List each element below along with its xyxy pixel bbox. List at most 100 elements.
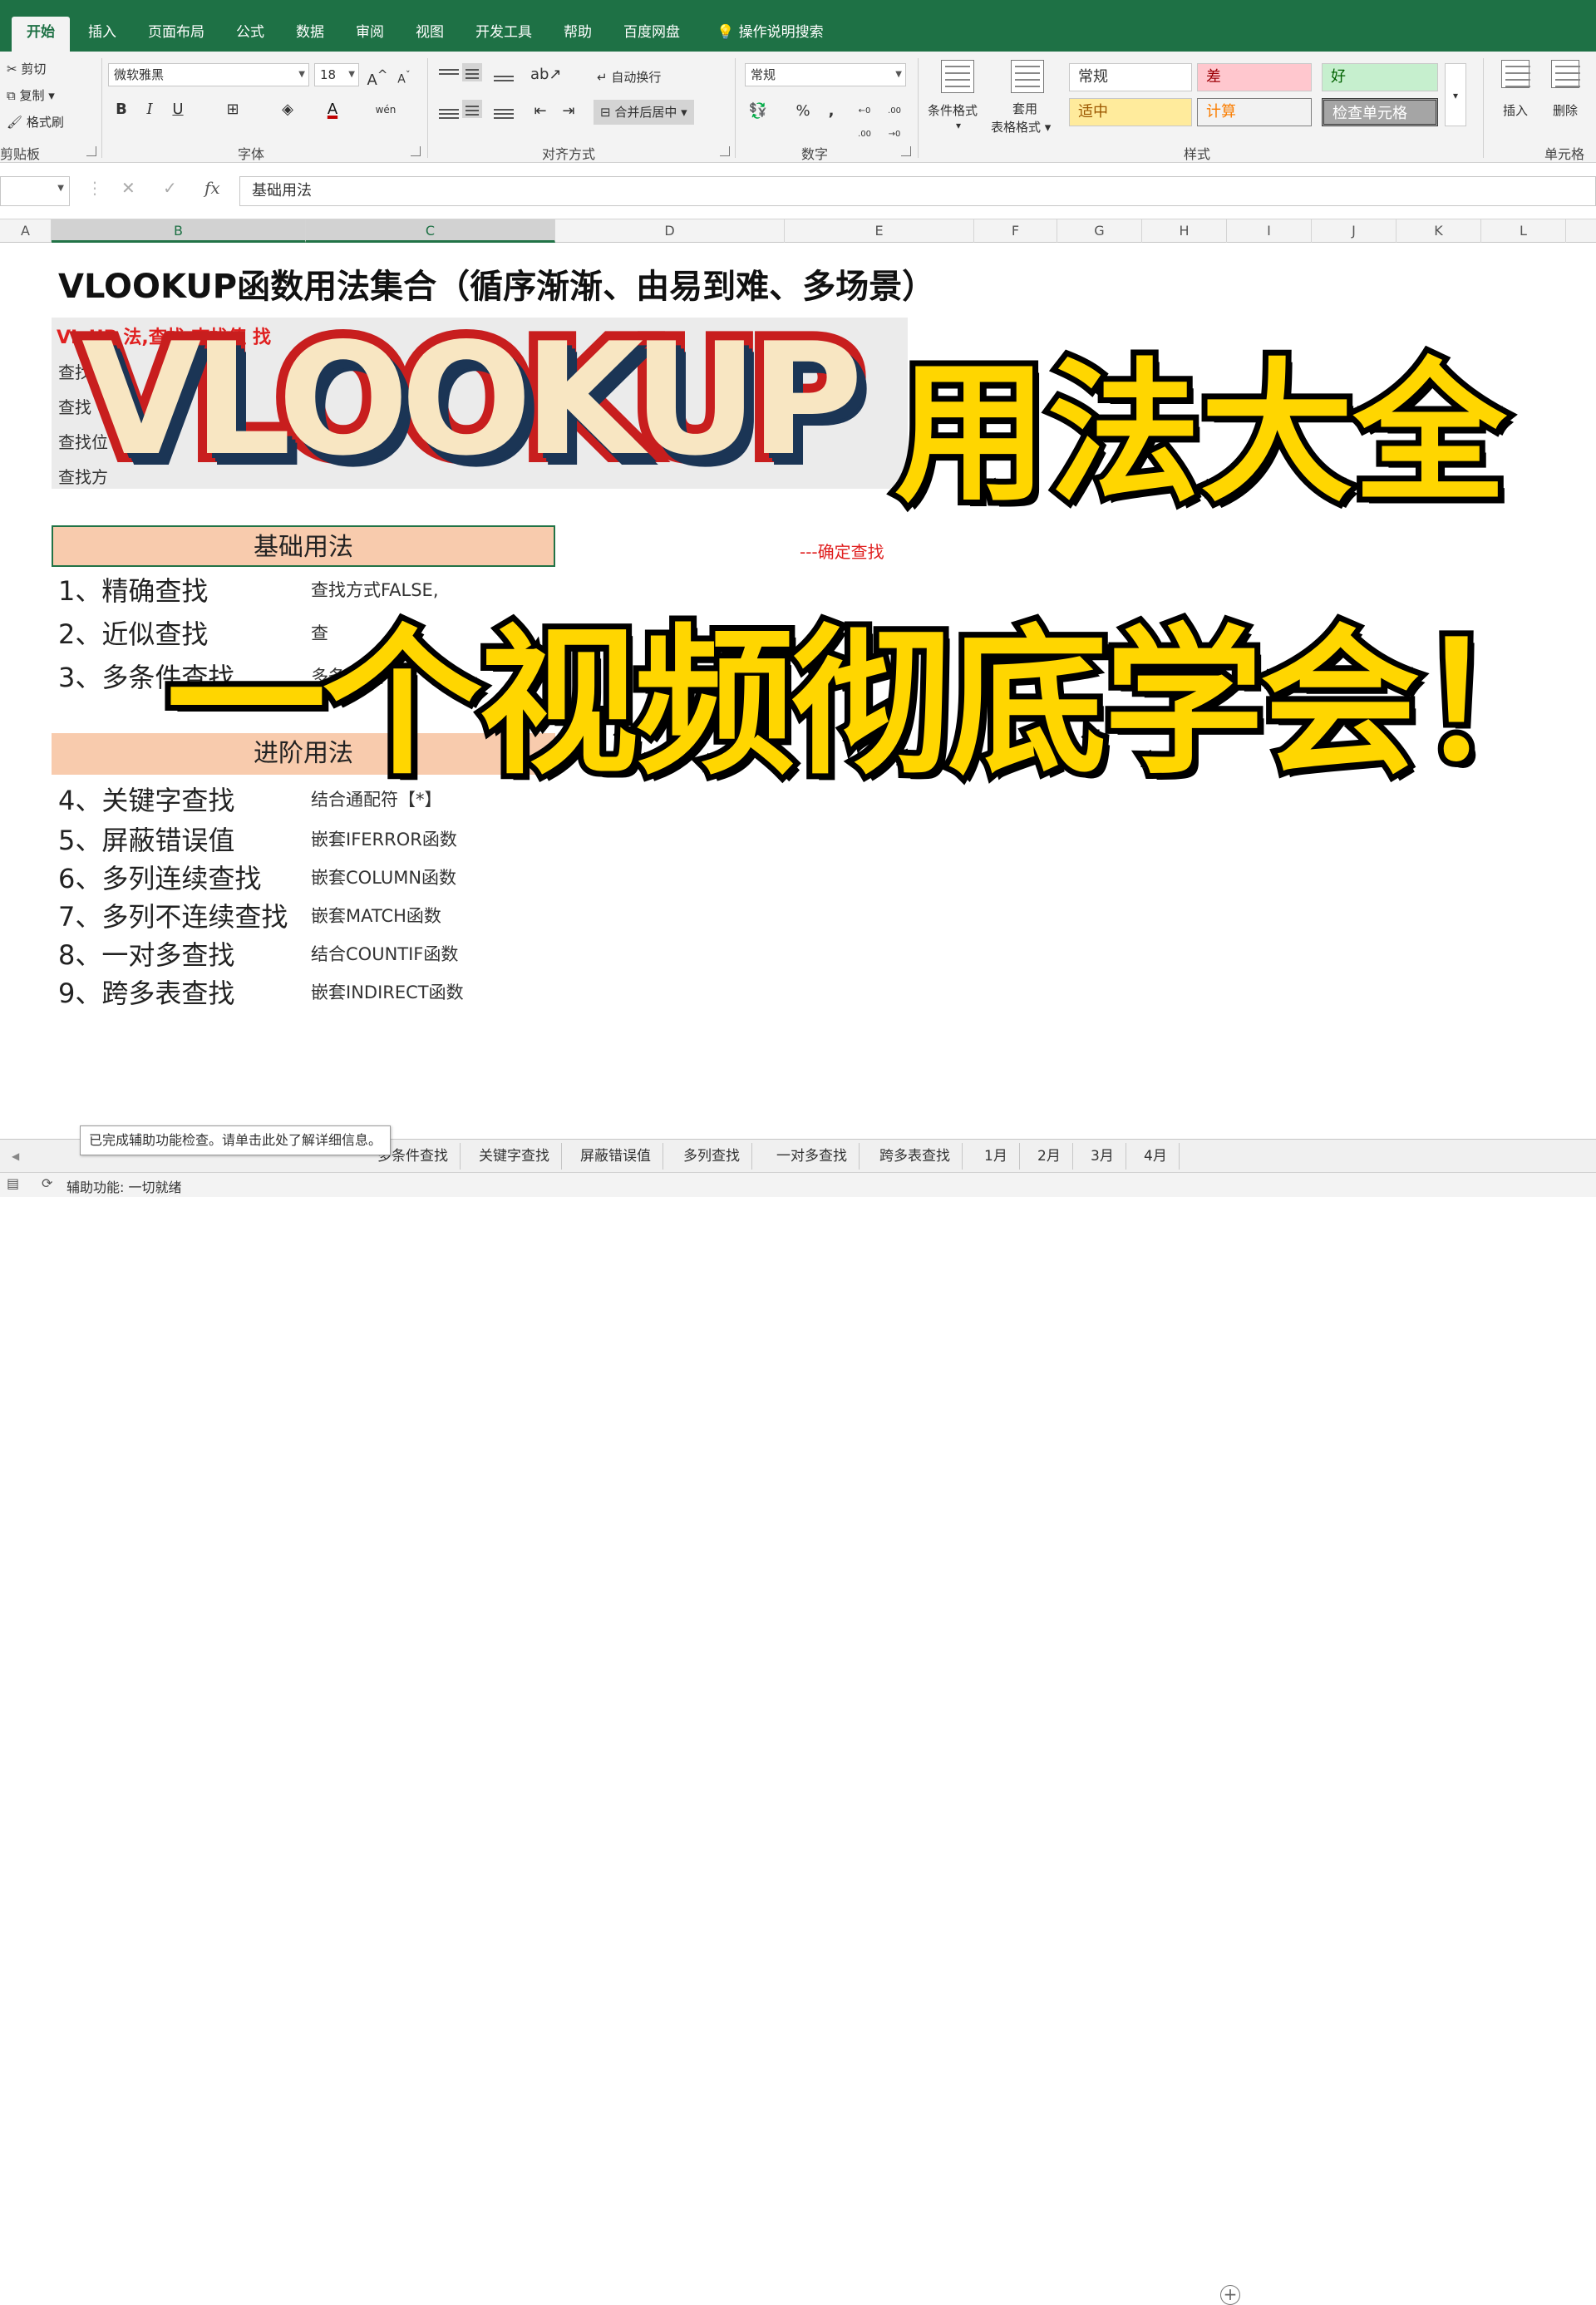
- format-painter-button[interactable]: 🖌 格式刷: [7, 113, 64, 131]
- tab-developer[interactable]: 开发工具: [470, 17, 537, 52]
- wrap-text-button[interactable]: ↵ 自动换行: [597, 68, 661, 86]
- accessibility-icon[interactable]: ⟳: [42, 1175, 52, 1191]
- format-as-table-button[interactable]: 表格格式 ▾: [991, 118, 1051, 135]
- insert-cells-button[interactable]: 插入: [1503, 101, 1528, 119]
- font-launcher-icon[interactable]: [411, 146, 421, 156]
- clipboard-launcher-icon[interactable]: [86, 146, 96, 156]
- column-header-l[interactable]: L: [1481, 219, 1566, 243]
- sheet-tab-february[interactable]: 2月: [1026, 1143, 1073, 1170]
- style-bad[interactable]: 差: [1197, 63, 1312, 91]
- font-name-select[interactable]: 微软雅黑 ▼: [108, 63, 309, 86]
- name-box[interactable]: ▼: [0, 176, 70, 206]
- fill-color-icon[interactable]: ◈: [276, 98, 299, 121]
- phonetic-guide-button[interactable]: wén: [374, 98, 397, 121]
- style-neutral[interactable]: 适中: [1069, 98, 1192, 126]
- list-item[interactable]: 8、一对多查找: [58, 934, 234, 973]
- tab-review[interactable]: 审阅: [351, 17, 389, 52]
- sheet-title[interactable]: VLOOKUP函数用法集合（循序渐渐、由易到难、多场景）: [58, 259, 935, 308]
- column-header-i[interactable]: I: [1227, 219, 1312, 243]
- font-size-select[interactable]: 18 ▼: [314, 63, 359, 86]
- column-header-d[interactable]: D: [555, 219, 785, 243]
- underline-button[interactable]: U: [166, 98, 190, 121]
- sheet-tab-january[interactable]: 1月: [973, 1143, 1020, 1170]
- column-header-k[interactable]: K: [1396, 219, 1481, 243]
- list-item-desc[interactable]: 嵌套IFERROR函数: [311, 826, 457, 851]
- merge-center-button[interactable]: ⊟ 合并后居中 ▾: [594, 100, 694, 125]
- styles-more-icon[interactable]: ▾: [1445, 63, 1466, 126]
- column-header-c[interactable]: C: [306, 219, 555, 243]
- list-item[interactable]: 5、屏蔽错误值: [58, 820, 234, 858]
- conditional-format-icon[interactable]: [941, 60, 974, 93]
- grow-font-button[interactable]: A^: [366, 63, 389, 89]
- comma-button[interactable]: ,: [820, 100, 843, 123]
- column-header-a[interactable]: A: [0, 219, 52, 243]
- style-normal[interactable]: 常规: [1069, 63, 1192, 91]
- sheet-tab-march[interactable]: 3月: [1079, 1143, 1126, 1170]
- copy-button[interactable]: ⧉ 复制 ▾: [7, 86, 55, 104]
- align-top-icon[interactable]: [439, 66, 459, 85]
- formula-input[interactable]: 基础用法: [239, 176, 1596, 206]
- scroll-left-icon[interactable]: ◀: [0, 1143, 31, 1170]
- tab-data[interactable]: 数据: [291, 17, 329, 52]
- tell-me-search[interactable]: 💡 操作说明搜索: [712, 17, 829, 52]
- column-header-f[interactable]: F: [974, 219, 1057, 243]
- column-header-j[interactable]: J: [1312, 219, 1396, 243]
- tab-baidu-netdisk[interactable]: 百度网盘: [618, 17, 685, 52]
- align-right-icon[interactable]: [494, 106, 514, 125]
- sheet-tab-mask-errors[interactable]: 屏蔽错误值: [569, 1143, 663, 1170]
- column-header-g[interactable]: G: [1057, 219, 1142, 243]
- accessibility-status[interactable]: 辅助功能: 一切就绪: [66, 1176, 181, 1196]
- decrease-indent-icon[interactable]: ⇤: [529, 100, 552, 123]
- column-header-h[interactable]: H: [1142, 219, 1227, 243]
- orientation-icon[interactable]: ab↗: [530, 63, 562, 86]
- list-item[interactable]: 9、跨多表查找: [58, 973, 234, 1011]
- list-item[interactable]: 7、多列不连续查找: [58, 896, 288, 934]
- increase-indent-icon[interactable]: ⇥: [557, 100, 580, 123]
- cut-button[interactable]: ✂ 剪切: [7, 60, 46, 77]
- tab-page-layout[interactable]: 页面布局: [143, 17, 209, 52]
- sheet-view-icon[interactable]: ▤: [7, 1175, 19, 1191]
- list-item-desc[interactable]: 嵌套INDIRECT函数: [311, 979, 464, 1004]
- column-header-b[interactable]: B: [52, 219, 306, 243]
- font-color-button[interactable]: A: [321, 98, 344, 121]
- shrink-font-button[interactable]: Aˇ: [392, 63, 416, 86]
- tab-home[interactable]: 开始: [12, 17, 70, 52]
- delete-cells-button[interactable]: 删除: [1553, 101, 1578, 119]
- tab-help[interactable]: 帮助: [559, 17, 597, 52]
- tab-formulas[interactable]: 公式: [231, 17, 269, 52]
- conditional-format-button[interactable]: 条件格式: [928, 101, 978, 119]
- list-item-desc[interactable]: 嵌套COLUMN函数: [311, 864, 456, 889]
- column-header-e[interactable]: E: [785, 219, 974, 243]
- style-check-cell[interactable]: 检查单元格: [1322, 98, 1438, 126]
- list-item-desc[interactable]: 嵌套MATCH函数: [311, 903, 441, 928]
- add-sheet-icon[interactable]: +: [1220, 2285, 1240, 2305]
- delete-cells-icon[interactable]: [1551, 60, 1580, 88]
- accessibility-tooltip[interactable]: 已完成辅助功能检查。请单击此处了解详细信息。: [80, 1125, 392, 1155]
- currency-icon[interactable]: 💱: [746, 100, 770, 123]
- enter-icon[interactable]: ✓: [163, 178, 177, 198]
- list-item[interactable]: 6、多列连续查找: [58, 858, 261, 896]
- insert-function-icon[interactable]: fx: [204, 178, 220, 198]
- decrease-decimal-button[interactable]: .00 →0: [883, 100, 906, 139]
- format-as-table-icon[interactable]: [1011, 60, 1044, 93]
- alignment-launcher-icon[interactable]: [720, 146, 730, 156]
- insert-cells-icon[interactable]: [1501, 60, 1530, 88]
- sheet-tab-keyword[interactable]: 关键字查找: [467, 1143, 562, 1170]
- sheet-tab-one-to-many[interactable]: 一对多查找: [765, 1143, 860, 1170]
- number-format-select[interactable]: 常规 ▼: [745, 63, 906, 86]
- percent-button[interactable]: %: [791, 100, 815, 123]
- section-basic-header[interactable]: 基础用法: [52, 525, 555, 567]
- sheet-tab-april[interactable]: 4月: [1132, 1143, 1180, 1170]
- sheet-tab-cross-sheet[interactable]: 跨多表查找: [868, 1143, 963, 1170]
- number-launcher-icon[interactable]: [901, 146, 911, 156]
- tab-view[interactable]: 视图: [411, 17, 449, 52]
- italic-button[interactable]: I: [138, 98, 161, 121]
- align-bottom-icon[interactable]: [494, 73, 514, 91]
- increase-decimal-button[interactable]: ←0 .00: [853, 100, 876, 139]
- borders-icon[interactable]: ⊞: [221, 98, 244, 121]
- align-middle-icon[interactable]: [462, 63, 482, 81]
- style-good[interactable]: 好: [1322, 63, 1438, 91]
- list-item-desc[interactable]: 结合COUNTIF函数: [311, 941, 458, 966]
- style-calculation[interactable]: 计算: [1197, 98, 1312, 126]
- align-center-icon[interactable]: [462, 100, 482, 118]
